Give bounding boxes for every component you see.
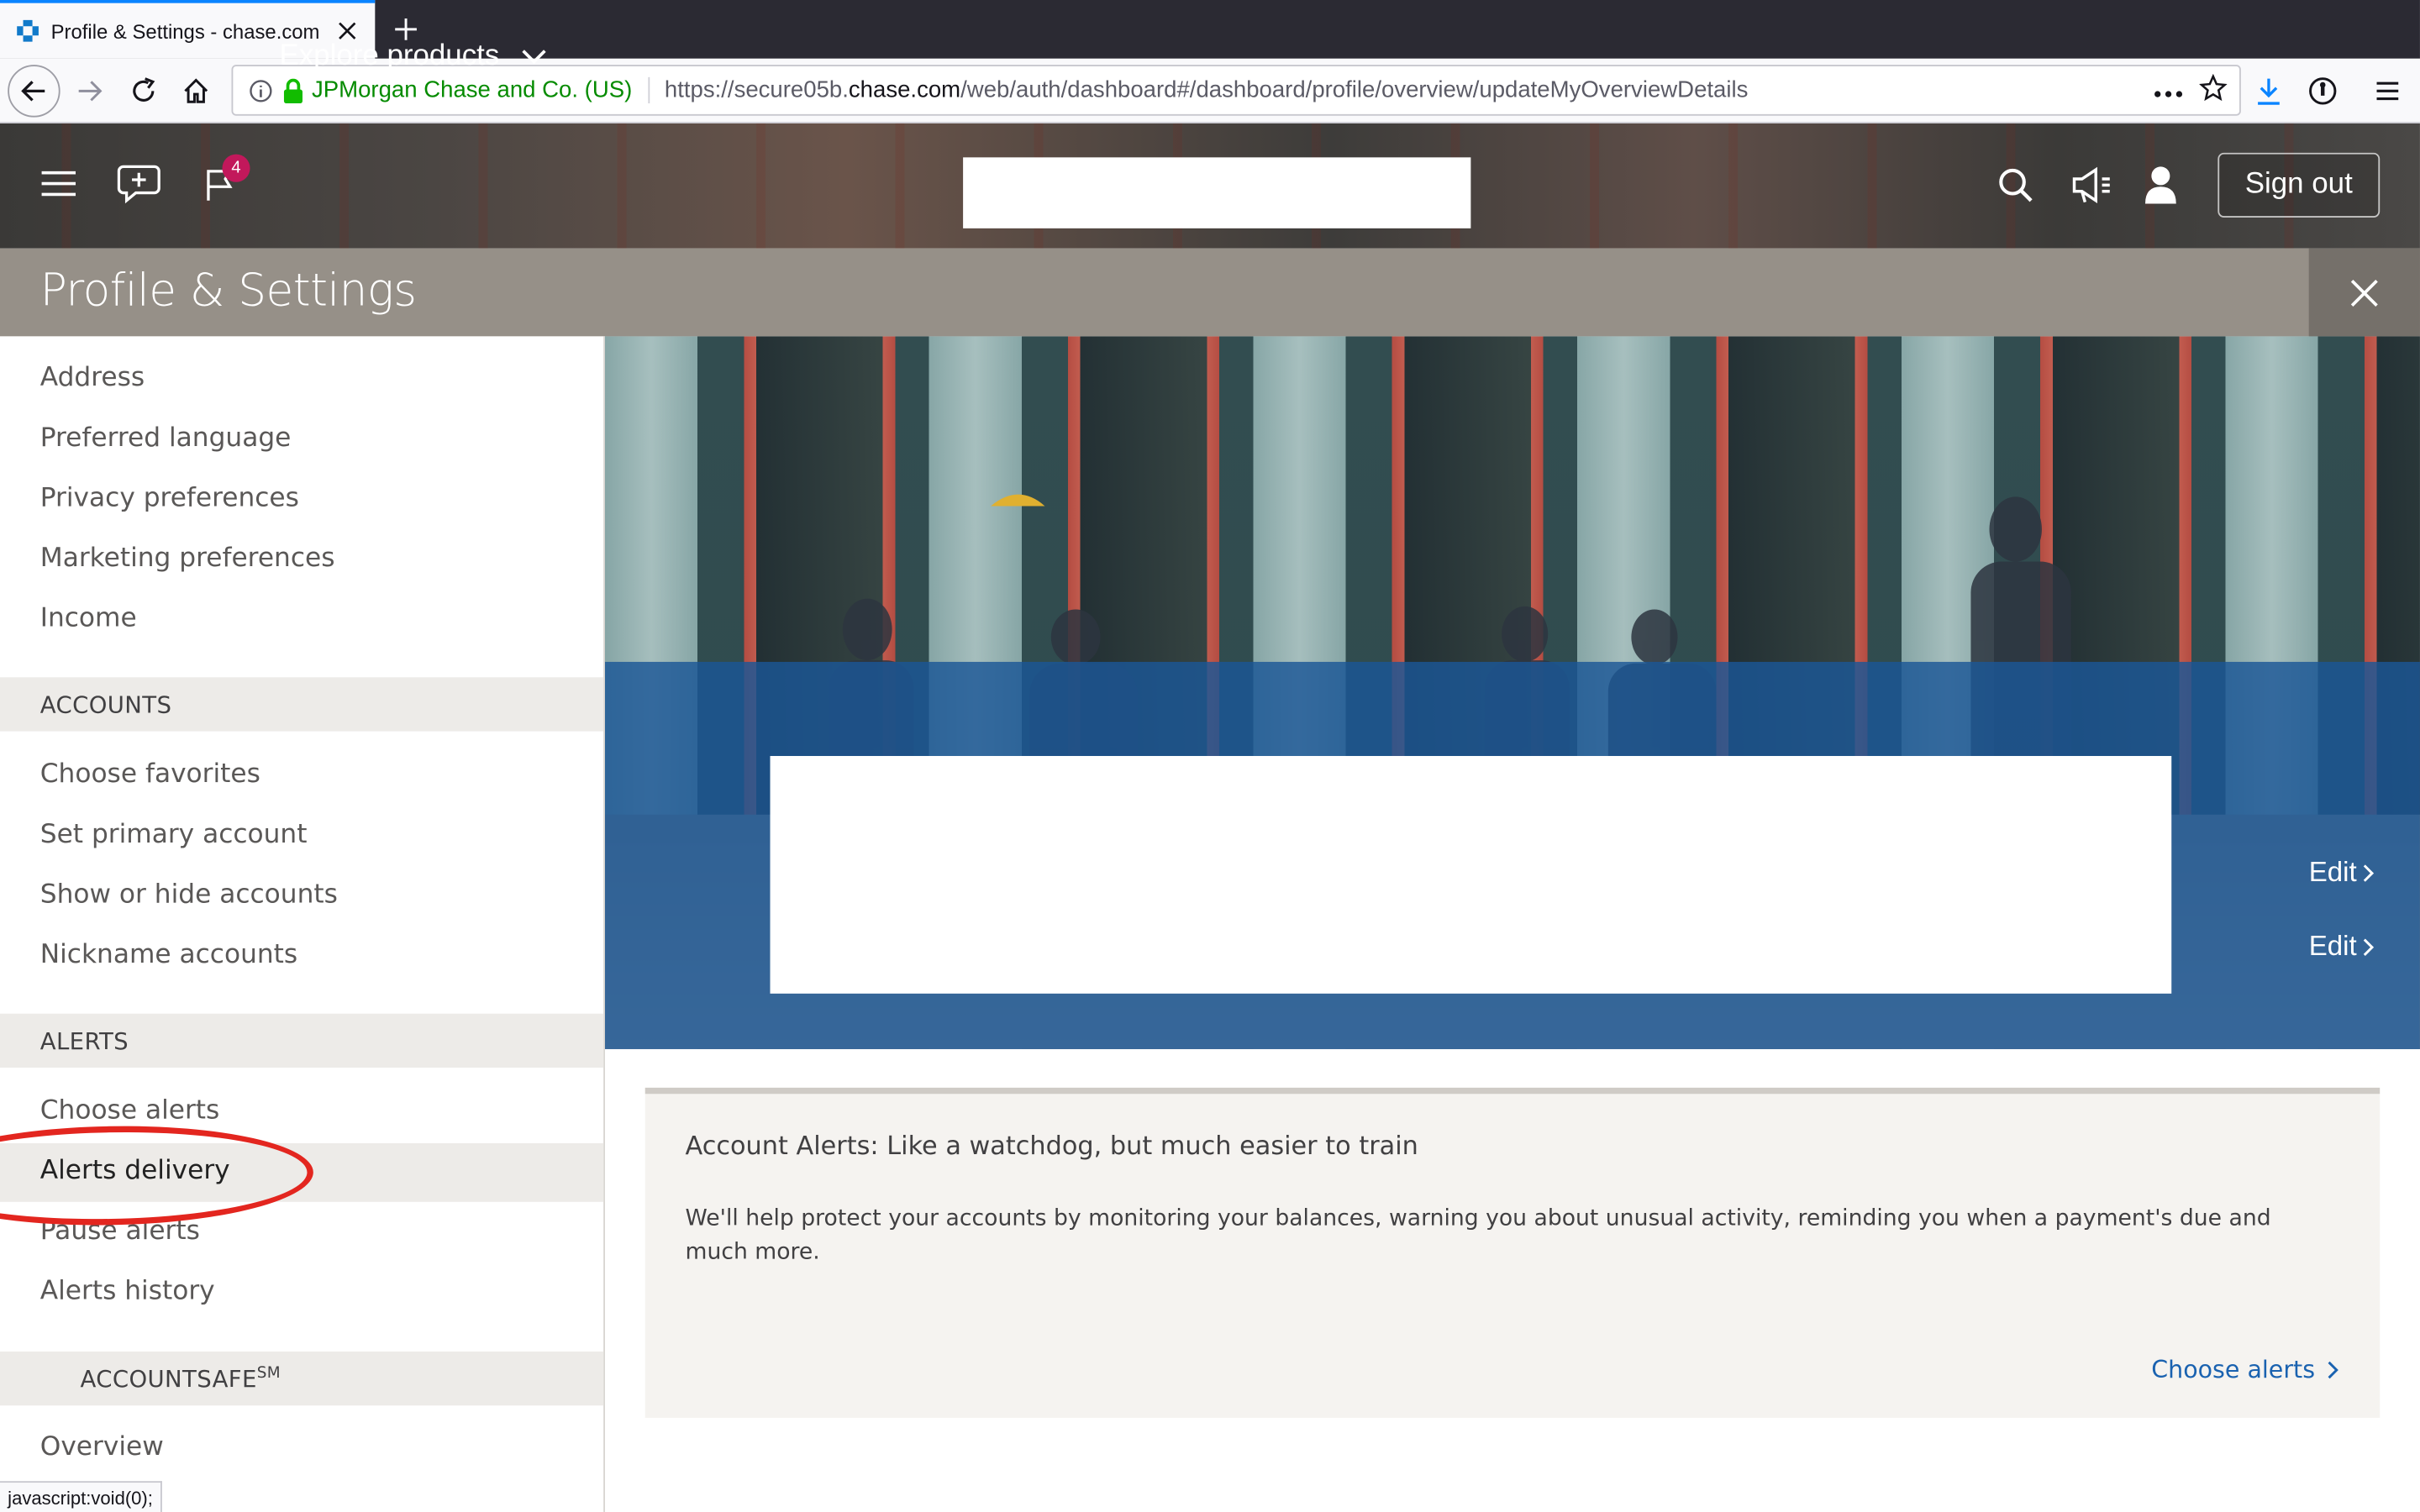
chevron-right-icon [2328,1361,2338,1379]
lock-icon [282,77,304,103]
sidebar-item-marketing-preferences[interactable]: Marketing preferences [40,543,335,575]
section-header-accountsafe: ACCOUNTSAFESM [40,1365,281,1393]
url-host: chase.com [848,76,961,104]
chevron-right-icon [2363,937,2375,956]
download-icon[interactable] [2244,66,2294,116]
menu-hamburger-icon[interactable] [2363,66,2412,116]
url-prefix: https://secure05b. [664,76,849,104]
url-organization: JPMorgan Chase and Co. (US) [312,76,650,104]
edit-label-1: Edit [2308,856,2357,888]
search-icon[interactable] [1994,164,2037,207]
back-icon[interactable] [8,65,60,118]
explore-products-label: Explore products [279,39,500,73]
password-manager-icon[interactable] [2298,66,2348,116]
sidebar-item-preferred-language[interactable]: Preferred language [40,423,292,454]
sidebar-item-choose-favorites[interactable]: Choose favorites [40,759,260,790]
page-title: Profile & Settings [39,264,417,317]
sidebar-item-set-primary-account[interactable]: Set primary account [40,819,308,850]
profile-user-icon[interactable] [2139,162,2182,208]
sidebar-item-show-hide-accounts[interactable]: Show or hide accounts [40,879,338,911]
chevron-right-icon [2363,864,2375,881]
sidebar-section-alerts: ALERTS [0,1013,604,1068]
close-icon [2350,279,2378,307]
sign-out-button[interactable]: Sign out [2217,152,2381,218]
sidebar-item-choose-alerts[interactable]: Choose alerts [40,1095,220,1126]
card-title: Account Alerts: Like a watchdog, but muc… [685,1131,1418,1161]
card-body: We'll help protect your accounts by moni… [685,1206,2271,1266]
accountsafe-label: ACCOUNTSAFE [80,1364,257,1393]
megaphone-icon[interactable] [2066,160,2116,210]
url-text[interactable]: https://secure05b.chase.com/web/auth/das… [665,77,2153,103]
chat-icon[interactable] [114,159,164,208]
sidebar-section-accountsafe: ACCOUNTSAFESM [0,1351,604,1406]
sidebar-item-alerts-delivery[interactable]: Alerts delivery [40,1156,230,1187]
hero-banner: Edit Edit [604,336,2420,1049]
sidebar-item-alerts-history[interactable]: Alerts history [40,1276,215,1307]
choose-alerts-label: Choose alerts [2151,1356,2316,1384]
url-path: /web/auth/dashboard#/dashboard/profile/o… [960,76,1749,104]
profile-settings-bar: Profile & Settings [0,248,2420,337]
sidebar-item-address[interactable]: Address [40,363,145,394]
sidebar-item-income[interactable]: Income [40,603,137,634]
forward-icon[interactable] [65,66,114,116]
reload-icon[interactable] [118,66,168,116]
explore-products-button[interactable]: Explore products [279,40,545,74]
sidebar-item-nickname-accounts[interactable]: Nickname accounts [40,940,297,971]
edit-label-2: Edit [2308,930,2357,962]
tab-title: Profile & Settings - chase.com [50,18,320,43]
redacted-account-summary [770,755,2172,994]
screen: Profile & Settings - chase.com JPMorgan … [0,0,2420,1512]
accountsafe-servicemark: SM [256,1364,281,1382]
sidebar-item-privacy-preferences[interactable]: Privacy preferences [40,483,299,514]
redacted-logo-area [963,157,1471,228]
main-menu-icon[interactable] [37,162,80,205]
close-panel-button[interactable] [2308,248,2420,337]
sidebar-section-accounts: ACCOUNTS [0,677,604,732]
section-header-accounts: ACCOUNTS [39,690,172,718]
chevron-down-icon [521,40,545,74]
chase-favicon-icon [15,18,39,43]
settings-sidebar: Address Preferred language Privacy prefe… [0,336,605,1512]
edit-link-2[interactable]: Edit [2309,931,2375,963]
notification-badge: 4 [222,154,250,182]
sidebar-item-pause-alerts[interactable]: Pause alerts [40,1215,200,1247]
page-actions-icon[interactable] [2153,76,2184,105]
browser-status-bar: javascript:void(0); [0,1481,162,1512]
choose-alerts-link[interactable]: Choose alerts [2151,1356,2339,1384]
bookmark-star-icon[interactable] [2198,72,2228,107]
sidebar-item-overview[interactable]: Overview [40,1431,164,1462]
edit-link-1[interactable]: Edit [2309,856,2375,889]
info-icon[interactable] [249,78,273,102]
home-icon[interactable] [171,66,221,116]
account-alerts-card: Account Alerts: Like a watchdog, but muc… [644,1087,2381,1418]
section-header-alerts: ALERTS [39,1026,129,1055]
